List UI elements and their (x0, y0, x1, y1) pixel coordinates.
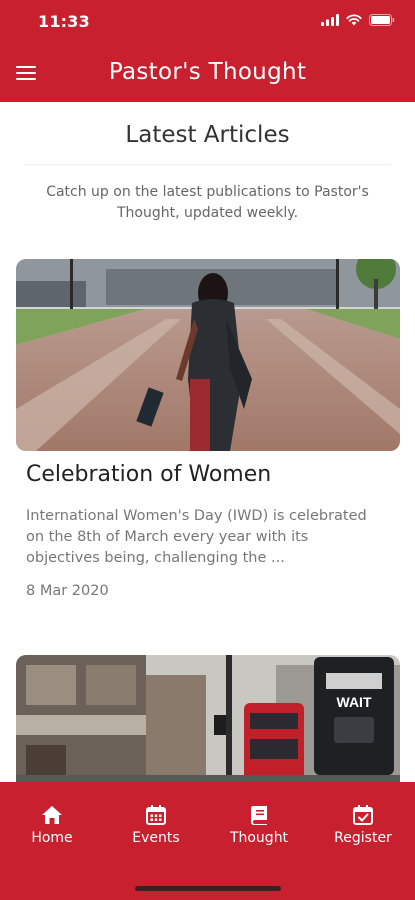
nav-item-home[interactable]: Home (7, 804, 97, 846)
nav-label-events: Events (132, 830, 180, 846)
home-icon (42, 806, 62, 824)
status-icons (321, 14, 395, 26)
bottom-nav: Home Events Thought Register (0, 782, 415, 900)
battery-icon (369, 14, 395, 26)
article-title[interactable]: Celebration of Women (26, 462, 271, 487)
city-street-photo[interactable]: WAIT (16, 655, 400, 782)
nav-label-thought: Thought (229, 830, 289, 846)
signal-icon (321, 14, 339, 26)
nav-item-register[interactable]: Register (318, 804, 408, 846)
wifi-icon (346, 14, 362, 26)
status-time: 11:33 (38, 12, 90, 31)
status-bar: 11:33 (0, 0, 415, 46)
page-title: Pastor's Thought (108, 59, 307, 85)
woman-walking-photo[interactable] (16, 259, 400, 451)
section-subtitle: Catch up on the latest publications to P… (46, 184, 369, 221)
article-excerpt: International Women's Day (IWD) is celeb… (26, 508, 367, 566)
section-title: Latest Articles (125, 122, 290, 148)
nav-label-home: Home (31, 830, 73, 846)
home-indicator[interactable] (135, 886, 281, 891)
calendar-icon (146, 805, 166, 825)
nav-item-thought[interactable]: Thought (214, 804, 304, 846)
article-date: 8 Mar 2020 (26, 583, 109, 599)
nav-label-register: Register (334, 830, 392, 846)
divider (24, 164, 391, 165)
app-bar: Pastor's Thought (0, 46, 415, 102)
wait-sign-text: WAIT (337, 694, 372, 710)
calendar-check-icon (353, 805, 373, 825)
articles-list[interactable]: Latest Articles Catch up on the latest p… (0, 102, 415, 782)
book-icon (251, 806, 267, 825)
nav-item-events[interactable]: Events (111, 804, 201, 846)
